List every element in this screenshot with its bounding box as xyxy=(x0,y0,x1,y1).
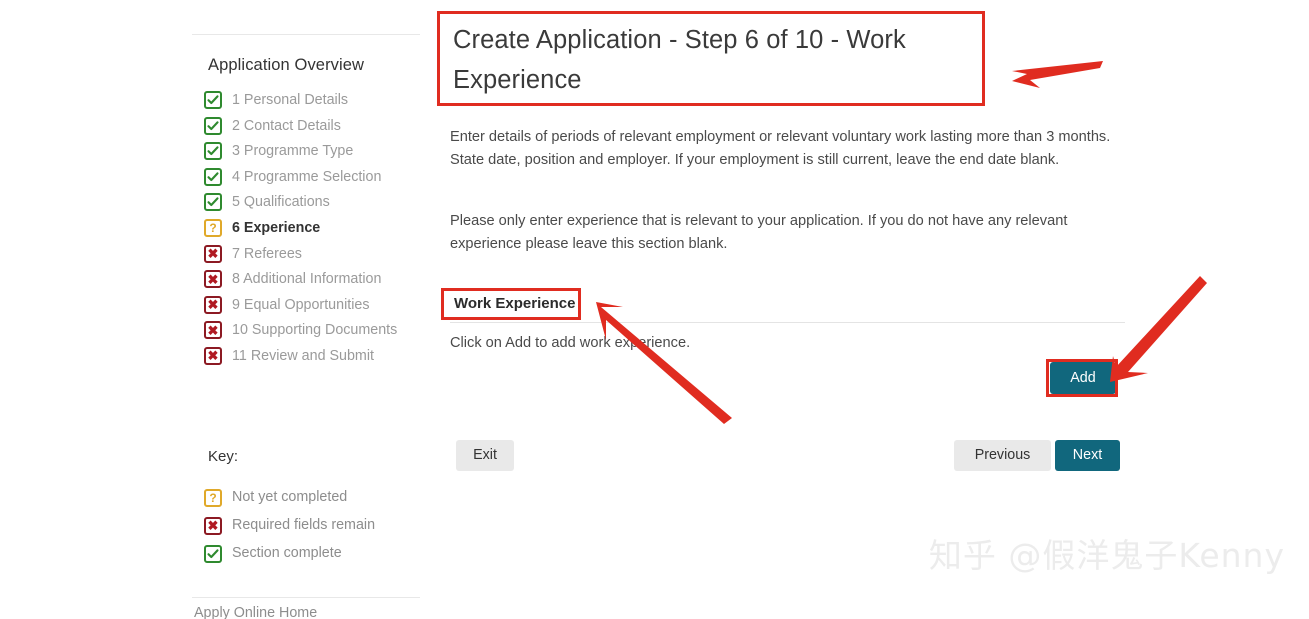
key-legend-item: ? Not yet completed xyxy=(204,487,420,507)
instructions-paragraph-2: Please only enter experience that is rel… xyxy=(450,213,1068,252)
sidebar-top-divider xyxy=(192,34,420,35)
sidebar-item-1[interactable]: 1 Personal Details xyxy=(204,90,420,110)
add-button[interactable]: Add xyxy=(1050,362,1116,394)
sidebar-bottom-divider xyxy=(192,597,420,598)
check-icon xyxy=(204,193,222,212)
check-icon xyxy=(204,116,222,135)
sidebar-item-10[interactable]: ✖ 10 Supporting Documents xyxy=(204,320,420,340)
sidebar-item-9[interactable]: ✖ 9 Equal Opportunities xyxy=(204,295,420,315)
cross-icon: ✖ xyxy=(204,321,222,340)
application-page: Application Overview 1 Personal Details 2… xyxy=(0,0,1309,619)
sidebar-item-4[interactable]: 4 Programme Selection xyxy=(204,167,420,187)
exit-button[interactable]: Exit xyxy=(456,440,514,471)
sidebar-item-11[interactable]: ✖ 11 Review and Submit xyxy=(204,346,420,366)
previous-button[interactable]: Previous xyxy=(954,440,1051,471)
sidebar-item-label: 11 Review and Submit xyxy=(232,347,374,364)
sidebar-item-2[interactable]: 2 Contact Details xyxy=(204,116,420,136)
check-icon xyxy=(204,91,222,109)
check-icon xyxy=(204,544,222,563)
application-overview-list: 1 Personal Details 2 Contact Details 3 Pro… xyxy=(204,90,420,372)
instructions-paragraph-1: Enter details of periods of relevant emp… xyxy=(450,129,1111,168)
sidebar: Application Overview 1 Personal Details 2… xyxy=(180,0,420,619)
key-legend-item: ✖ Required fields remain xyxy=(204,515,420,535)
work-experience-section-heading: Work Experience xyxy=(454,295,576,312)
sidebar-item-label: 5 Qualifications xyxy=(232,194,330,211)
watermark: 知乎 @假洋鬼子Kenny xyxy=(928,536,1285,575)
key-legend-item: Section complete xyxy=(204,543,420,563)
cross-icon: ✖ xyxy=(204,295,222,314)
sidebar-item-7[interactable]: ✖ 7 Referees xyxy=(204,244,420,264)
check-icon xyxy=(204,167,222,186)
cross-icon: ✖ xyxy=(204,346,222,365)
question-icon: ? xyxy=(204,488,222,507)
main-content: Create Application - Step 6 of 10 - Work… xyxy=(437,0,1137,619)
cross-icon: ✖ xyxy=(204,244,222,263)
key-legend-list: ? Not yet completed ✖ Required fields remai… xyxy=(204,487,420,571)
sidebar-item-3[interactable]: 3 Programme Type xyxy=(204,141,420,161)
sidebar-item-label: 2 Contact Details xyxy=(232,117,341,134)
section-divider xyxy=(450,322,1125,323)
sidebar-item-8[interactable]: ✖ 8 Additional Information xyxy=(204,269,420,289)
key-heading: Key: xyxy=(208,448,239,465)
empty-state-note: Click on Add to add work experience. xyxy=(450,335,691,351)
key-legend-label: Required fields remain xyxy=(232,517,376,533)
sidebar-item-label: 4 Programme Selection xyxy=(232,168,382,185)
question-icon: ? xyxy=(204,218,222,237)
sidebar-item-label: 7 Referees xyxy=(232,245,302,262)
apply-online-home-link[interactable]: Apply Online Home xyxy=(194,605,317,619)
next-button[interactable]: Next xyxy=(1055,440,1120,471)
sidebar-item-5[interactable]: 5 Qualifications xyxy=(204,192,420,212)
sidebar-item-label: 10 Supporting Documents xyxy=(232,322,398,339)
key-legend-label: Section complete xyxy=(232,545,342,561)
sidebar-item-label: 6 Experience xyxy=(232,219,321,236)
check-icon xyxy=(204,142,222,161)
sidebar-item-label: 1 Personal Details xyxy=(232,92,349,108)
sidebar-title: Application Overview xyxy=(208,56,365,74)
sidebar-item-label: 3 Programme Type xyxy=(232,143,354,160)
cross-icon: ✖ xyxy=(204,516,222,535)
page-title: Create Application - Step 6 of 10 - Work… xyxy=(453,26,906,94)
key-legend-label: Not yet completed xyxy=(232,489,348,505)
sidebar-item-label: 9 Equal Opportunities xyxy=(232,296,370,313)
cross-icon: ✖ xyxy=(204,270,222,289)
sidebar-item-6[interactable]: ? 6 Experience xyxy=(204,218,420,238)
sidebar-item-label: 8 Additional Information xyxy=(232,271,382,288)
